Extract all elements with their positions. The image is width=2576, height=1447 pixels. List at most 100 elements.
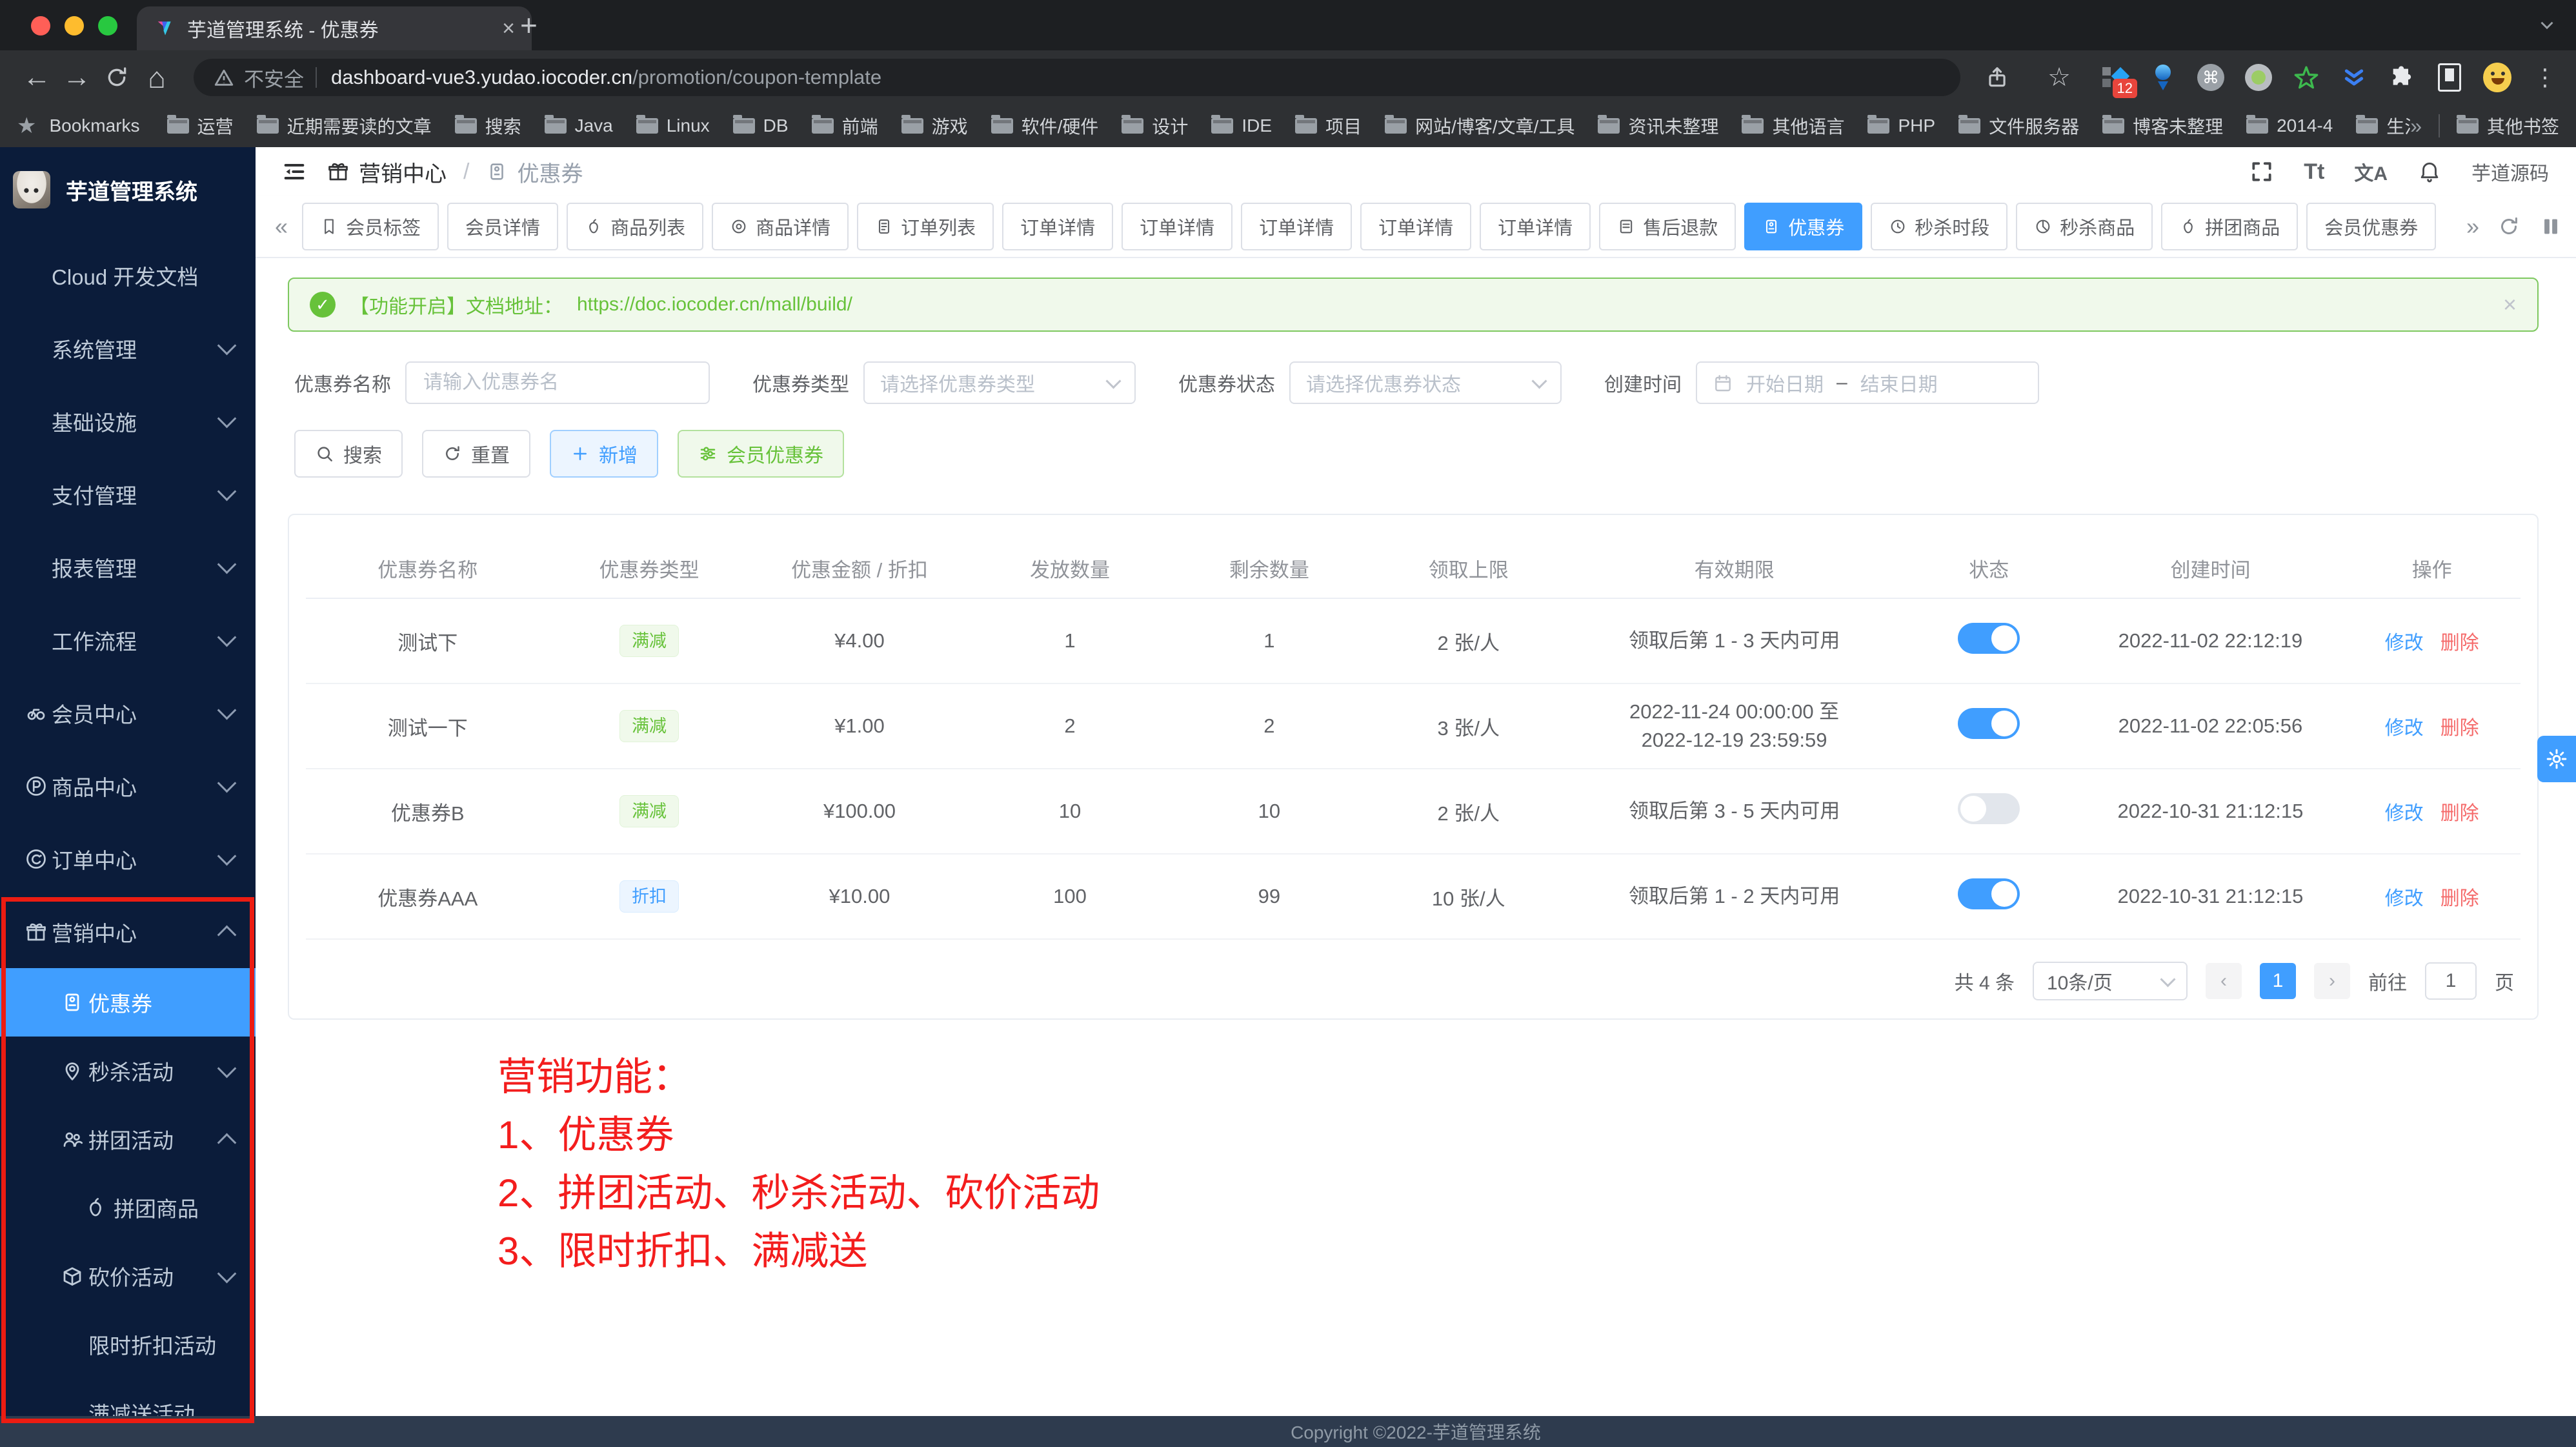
sidebar-item-商品中心[interactable]: 商品中心 xyxy=(0,749,256,822)
status-toggle[interactable] xyxy=(1958,623,2020,654)
tab-close-icon[interactable]: × xyxy=(502,16,515,41)
alert-link[interactable]: https://doc.iocoder.cn/mall/build/ xyxy=(577,294,852,316)
bookmark-folder[interactable]: 前端 xyxy=(812,113,878,139)
browser-tab[interactable]: 芋道管理系统 - 优惠券 × xyxy=(137,6,532,50)
date-range-picker[interactable]: 开始日期 – 结束日期 xyxy=(1696,361,2039,404)
sidebar-item-支付管理[interactable]: 支付管理 xyxy=(0,458,256,531)
locale-icon[interactable]: 文A xyxy=(2354,157,2388,186)
page-tab-秒杀时段[interactable]: 秒杀时段 xyxy=(1871,203,2007,250)
next-page-button[interactable]: › xyxy=(2314,963,2350,999)
page-tab-订单详情[interactable]: 订单详情 xyxy=(1002,203,1113,250)
goto-page-input[interactable] xyxy=(2425,962,2477,1000)
tab-search-icon[interactable] xyxy=(2536,14,2558,36)
star-extension-icon[interactable] xyxy=(2292,63,2320,92)
layout-columns-icon[interactable] xyxy=(2540,216,2562,238)
tabs-scroll-right-icon[interactable]: » xyxy=(2461,213,2484,240)
status-toggle[interactable] xyxy=(1958,878,2020,909)
bookmark-folder[interactable]: 资讯未整理 xyxy=(1598,113,1718,139)
coupon-name-input[interactable] xyxy=(422,371,693,394)
bookmark-folder[interactable]: 软件/硬件 xyxy=(991,113,1099,139)
reset-button[interactable]: 重置 xyxy=(422,430,530,478)
font-size-icon[interactable]: Tt xyxy=(2304,159,2324,185)
bookmark-star-icon[interactable]: ☆ xyxy=(2039,63,2079,92)
sidebar-item-会员中心[interactable]: 会员中心 xyxy=(0,676,256,749)
bookmarks-label-item[interactable]: Bookmarks xyxy=(49,116,139,136)
page-tab-会员标签[interactable]: 会员标签 xyxy=(302,203,439,250)
page-tab-订单详情[interactable]: 订单详情 xyxy=(1360,203,1471,250)
page-tab-秒杀商品[interactable]: 秒杀商品 xyxy=(2016,203,2153,250)
delete-link[interactable]: 删除 xyxy=(2440,888,2479,909)
delete-link[interactable]: 删除 xyxy=(2440,718,2479,739)
sidebar-item-营销中心[interactable]: 营销中心 xyxy=(0,895,256,968)
edit-link[interactable]: 修改 xyxy=(2385,803,2424,824)
page-tab-商品详情[interactable]: 商品详情 xyxy=(712,203,849,250)
search-button[interactable]: 搜索 xyxy=(294,430,403,478)
page-tab-订单列表[interactable]: 订单列表 xyxy=(857,203,994,250)
sidebar-item-拼团商品[interactable]: 拼团商品 xyxy=(0,1173,256,1242)
page-size-select[interactable]: 10条/页 xyxy=(2033,962,2188,1000)
sidebar-logo[interactable]: 芋道管理系统 xyxy=(0,147,256,222)
sidebar-item-砍价活动[interactable]: 砍价活动 xyxy=(0,1242,256,1310)
sidebar-item-系统管理[interactable]: 系统管理 xyxy=(0,312,256,385)
extension-grid-icon[interactable]: 12 xyxy=(2101,63,2129,92)
bookmark-folder[interactable]: 文件服务器 xyxy=(1958,113,2079,139)
page-tab-会员详情[interactable]: 会员详情 xyxy=(447,203,558,250)
bookmark-folder[interactable]: PHP xyxy=(1867,116,1935,136)
bookmark-folder[interactable]: 2014-4 xyxy=(2246,116,2333,136)
tabs-scroll-left-icon[interactable]: « xyxy=(270,213,293,240)
bell-icon[interactable] xyxy=(2417,159,2442,184)
sidebar-item-Cloud 开发文档[interactable]: Cloud 开发文档 xyxy=(0,239,256,312)
sidebar-item-限时折扣活动[interactable]: 限时折扣活动 xyxy=(0,1310,256,1379)
window-zoom-button[interactable] xyxy=(98,16,117,35)
breadcrumb-parent[interactable]: 营销中心 xyxy=(359,156,447,188)
pin-extension-icon[interactable] xyxy=(2149,63,2177,92)
bookmark-folder[interactable]: Linux xyxy=(636,116,710,136)
settings-float-button[interactable] xyxy=(2537,736,2576,782)
sidebar-item-工作流程[interactable]: 工作流程 xyxy=(0,603,256,676)
bookmark-folder[interactable]: 搜索 xyxy=(455,113,521,139)
status-toggle[interactable] xyxy=(1958,793,2020,824)
page-tab-售后退款[interactable]: 售后退款 xyxy=(1599,203,1736,250)
page-tab-订单详情[interactable]: 订单详情 xyxy=(1122,203,1233,250)
collapse-sidebar-icon[interactable] xyxy=(281,159,307,185)
sidebar-item-拼团活动[interactable]: 拼团活动 xyxy=(0,1105,256,1173)
page-tab-优惠券[interactable]: 优惠券 xyxy=(1744,203,1862,250)
sidebar-item-报表管理[interactable]: 报表管理 xyxy=(0,531,256,603)
prev-page-button[interactable]: ‹ xyxy=(2206,963,2242,999)
add-button[interactable]: 新增 xyxy=(550,430,658,478)
bookmark-folder[interactable]: 游戏 xyxy=(901,113,968,139)
security-warning-icon[interactable] xyxy=(213,66,235,88)
bookmark-folder[interactable]: 运营 xyxy=(167,113,234,139)
window-minimize-button[interactable] xyxy=(65,16,84,35)
fullscreen-icon[interactable] xyxy=(2249,159,2274,184)
bookmark-folder[interactable]: 生活 xyxy=(2356,113,2410,139)
sidebar-item-秒杀活动[interactable]: 秒杀活动 xyxy=(0,1037,256,1105)
bookmark-folder[interactable]: 项目 xyxy=(1295,113,1362,139)
chevrons-extension-icon[interactable] xyxy=(2340,63,2368,92)
delete-link[interactable]: 删除 xyxy=(2440,803,2479,824)
refresh-tab-icon[interactable] xyxy=(2497,215,2521,238)
bookmark-folder[interactable]: 网站/博客/文章/工具 xyxy=(1385,113,1575,139)
bookmarks-star-icon[interactable]: ★ xyxy=(17,113,36,139)
sidebar-item-优惠券[interactable]: 优惠券 xyxy=(0,968,256,1037)
coupon-type-select[interactable]: 请选择优惠券类型 xyxy=(863,361,1136,404)
user-menu[interactable]: 芋道源码 xyxy=(2471,157,2549,186)
bookmarks-overflow-icon[interactable]: » xyxy=(2410,114,2422,138)
sidebar-item-基础设施[interactable]: 基础设施 xyxy=(0,385,256,458)
page-tab-拼团商品[interactable]: 拼团商品 xyxy=(2161,203,2298,250)
back-icon[interactable]: ← xyxy=(17,61,57,94)
share-icon[interactable] xyxy=(1977,65,2017,90)
edit-link[interactable]: 修改 xyxy=(2385,888,2424,909)
current-page-button[interactable]: 1 xyxy=(2260,963,2296,999)
page-tab-订单详情[interactable]: 订单详情 xyxy=(1241,203,1352,250)
bookmark-folder[interactable]: 近期需要读的文章 xyxy=(257,113,432,139)
sidebar-item-订单中心[interactable]: 订单中心 xyxy=(0,822,256,895)
window-close-button[interactable] xyxy=(31,16,50,35)
forward-icon[interactable]: → xyxy=(57,61,97,94)
edit-link[interactable]: 修改 xyxy=(2385,718,2424,739)
delete-link[interactable]: 删除 xyxy=(2440,632,2479,654)
browser-menu-icon[interactable]: ⋮ xyxy=(2531,63,2559,92)
profile-avatar-icon[interactable] xyxy=(2483,63,2511,92)
home-icon[interactable]: ⌂ xyxy=(137,60,177,95)
bookmark-folder[interactable]: DB xyxy=(733,116,789,136)
